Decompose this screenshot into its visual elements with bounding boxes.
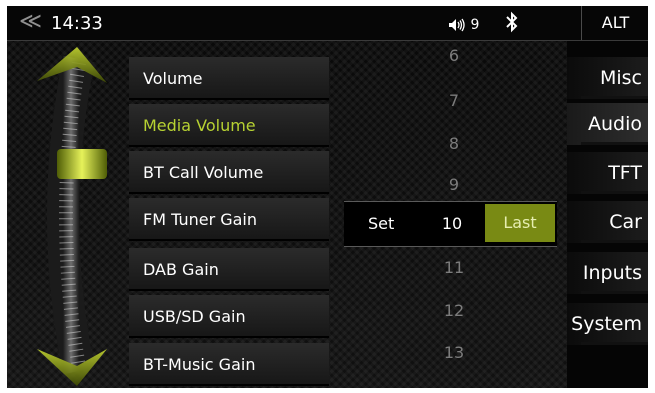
back-icon[interactable]: ≪ [19, 10, 42, 34]
menu-item-label: DAB Gain [143, 260, 219, 279]
tab-tft[interactable]: TFT [567, 152, 648, 194]
menu-item-volume[interactable]: Volume [129, 57, 329, 100]
value-picker[interactable]: 6 7 8 9 Set 10 Last 11 12 13 [344, 41, 557, 388]
tab-system[interactable]: System [567, 303, 648, 345]
picker-selected-row: Set 10 Last [344, 201, 557, 247]
speaker-icon [449, 18, 465, 32]
picker-value[interactable]: 12 [434, 301, 474, 320]
menu-item-dab-gain[interactable]: DAB Gain [129, 248, 329, 291]
menu-item-fm-tuner-gain[interactable]: FM Tuner Gain [129, 198, 329, 241]
volume-indicator: 9 [448, 17, 479, 33]
tab-audio[interactable]: Audio [567, 103, 648, 145]
clock: 14:33 [51, 13, 103, 34]
status-bar: ≪ 14:33 9 ALT [7, 6, 648, 41]
bluetooth-icon [506, 11, 518, 33]
tab-misc[interactable]: Misc [567, 57, 648, 99]
menu-item-label: BT-Music Gain [143, 355, 256, 374]
set-label: Set [368, 214, 395, 233]
slider-thumb[interactable] [57, 149, 107, 179]
last-button[interactable]: Last [485, 204, 555, 242]
picker-value[interactable]: 8 [434, 134, 474, 153]
volume-slider[interactable] [7, 41, 132, 388]
volume-value: 9 [470, 17, 480, 33]
alt-button[interactable]: ALT [581, 6, 648, 40]
menu-item-label: USB/SD Gain [143, 307, 246, 326]
selected-value: 10 [441, 214, 463, 233]
menu-item-label: FM Tuner Gain [143, 210, 258, 229]
app-frame: ≪ 14:33 9 ALT Volume Media Volume BT Cal… [7, 6, 648, 388]
picker-value[interactable]: 6 [434, 46, 474, 65]
audio-settings-menu: Volume Media Volume BT Call Volume FM Tu… [129, 41, 329, 388]
picker-value[interactable]: 7 [434, 91, 474, 110]
picker-value[interactable]: 13 [434, 343, 474, 362]
picker-value[interactable]: 9 [434, 175, 474, 194]
settings-tabs: Misc Audio TFT Car Inputs System [567, 41, 648, 388]
menu-item-usb-sd-gain[interactable]: USB/SD Gain [129, 295, 329, 338]
menu-item-label: Media Volume [143, 116, 256, 135]
menu-item-label: Volume [143, 69, 203, 88]
menu-item-label: BT Call Volume [143, 163, 264, 182]
tab-inputs[interactable]: Inputs [567, 252, 648, 294]
picker-value[interactable]: 11 [434, 258, 474, 277]
menu-item-bt-call-volume[interactable]: BT Call Volume [129, 151, 329, 194]
menu-item-media-volume[interactable]: Media Volume [129, 104, 329, 147]
menu-item-bt-music-gain[interactable]: BT-Music Gain [129, 343, 329, 386]
tab-car[interactable]: Car [567, 201, 648, 243]
